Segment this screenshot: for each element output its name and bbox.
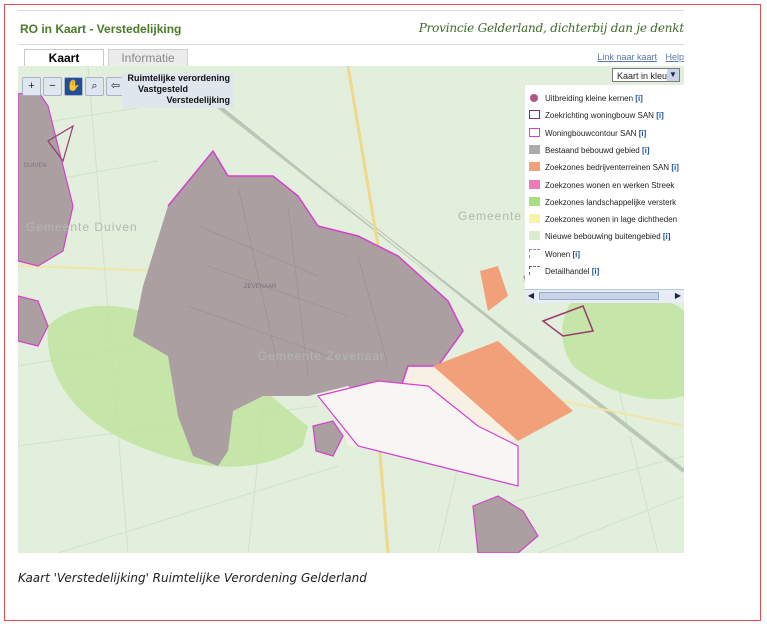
legend-info-link[interactable]: [i] — [572, 250, 580, 259]
map-legend[interactable]: Detailhandel [i] Wonen [i] Nieuwe bebouwin… — [525, 85, 684, 303]
legend-item: Zoekzones wonen en werken Streek — [529, 179, 675, 194]
app-title: RO in Kaart - Verstedelijking — [20, 22, 182, 36]
legend-label: Zoekzones wonen in lage dichtheden — [545, 215, 678, 225]
legend-item: Zoekzones bedrijventerreinen SAN [i] — [529, 162, 679, 176]
zoom-in-icon[interactable]: + — [22, 77, 41, 96]
active-layer-info: Ruimtelijke verordening Vastgesteld Vers… — [122, 73, 234, 108]
zoom-out-icon[interactable]: − — [43, 77, 62, 96]
legend-label: Zoekzones landschappelijke versterk — [545, 197, 677, 207]
scroll-left-icon[interactable]: ◀ — [526, 291, 536, 301]
header-divider — [18, 44, 684, 45]
province-tagline: Provincie Gelderland, dichterbij dan je … — [418, 21, 684, 35]
legend-label: Zoekzones wonen en werken Streek — [545, 180, 675, 190]
legend-info-link[interactable]: [i] — [642, 146, 650, 155]
legend-info-link[interactable]: [i] — [671, 163, 679, 172]
legend-swatch-icon — [529, 248, 540, 258]
map-application: RO in Kaart - Verstedelijking Provincie … — [18, 10, 684, 553]
legend-info-link[interactable]: [i] — [663, 232, 671, 241]
map-toolbar: + − ✋ ⌕ ⇦ — [22, 77, 125, 99]
header-links: Link naar kaart Help — [591, 52, 684, 62]
legend-label: Detailhandel — [545, 267, 590, 276]
map-label-gemeente-right: Gemeente — [458, 209, 523, 223]
figure-caption: Kaart 'Verstedelijking' Ruimtelijke Vero… — [18, 571, 367, 585]
legend-item: Woningbouwcontour SAN [i] — [529, 127, 647, 142]
legend-info-link[interactable]: [i] — [639, 129, 647, 138]
legend-label: Woningbouwcontour SAN — [545, 128, 637, 138]
legend-label: Nieuwe bebouwing buitengebied — [545, 232, 661, 242]
link-to-map[interactable]: Link naar kaart — [597, 52, 657, 62]
map-label-duiven-1: Gemeente Duiven — [26, 220, 138, 234]
zoom-extent-icon[interactable]: ⌕ — [85, 77, 104, 96]
scroll-right-icon[interactable]: ▶ — [673, 291, 683, 301]
help-link[interactable]: Help — [665, 52, 684, 62]
tab-kaart[interactable]: Kaart — [24, 49, 104, 66]
legend-item: Nieuwe bebouwing buitengebied [i] — [529, 231, 670, 245]
legend-swatch-icon — [529, 214, 540, 224]
scroll-thumb[interactable] — [539, 292, 659, 300]
map-label-duiven-town: DUIVEN — [24, 163, 47, 169]
legend-label: Wonen — [545, 249, 571, 259]
legend-swatch-icon — [530, 94, 538, 102]
legend-item: Wonen [i] — [529, 248, 580, 263]
layer-status: Vastgesteld — [138, 84, 189, 94]
legend-swatch-icon — [529, 162, 540, 172]
legend-swatch-icon — [529, 110, 540, 120]
legend-swatch-icon — [529, 231, 540, 241]
base-map-select[interactable]: Kaart in kleur ▼ — [612, 68, 680, 82]
legend-label: Uitbreiding kleine kernen — [545, 94, 634, 103]
map-label-town: ZEVENAAR — [244, 284, 277, 290]
chevron-down-icon: ▼ — [667, 69, 679, 81]
legend-swatch-icon — [529, 127, 540, 137]
legend-item: Zoekzones wonen in lage dichtheden — [529, 214, 677, 228]
legend-label: Zoekzones bedrijventerreinen SAN — [545, 163, 670, 173]
legend-item: Uitbreiding kleine kernen [i] — [529, 93, 643, 107]
legend-label: Zoekrichting woningbouw SAN — [545, 111, 654, 121]
map-viewport[interactable]: Gemeente Duiven Gemeente Zevenaar Gemeen… — [18, 66, 684, 553]
legend-swatch-icon — [529, 266, 540, 275]
legend-info-link[interactable]: [i] — [635, 94, 643, 103]
layer-name: Ruimtelijke verordening — [127, 73, 230, 83]
legend-scrollbar[interactable]: ◀ ▶ — [525, 289, 684, 303]
top-divider — [18, 10, 684, 11]
legend-swatch-icon — [529, 196, 540, 206]
legend-label: Bestaand bebouwd gebied — [545, 145, 640, 155]
legend-info-link[interactable]: [i] — [592, 267, 600, 276]
layer-theme: Verstedelijking — [166, 95, 230, 105]
legend-item: Detailhandel [i] — [529, 266, 599, 280]
legend-swatch-icon — [529, 144, 540, 154]
tab-informatie[interactable]: Informatie — [108, 49, 188, 66]
legend-item: Bestaand bebouwd gebied [i] — [529, 144, 650, 159]
legend-item: Zoekzones landschappelijke versterk — [529, 196, 677, 211]
legend-item: Zoekrichting woningbouw SAN [i] — [529, 110, 664, 124]
base-map-select-value: Kaart in kleur — [617, 71, 671, 81]
map-label-zevenaar: Gemeente Zevenaar — [258, 349, 386, 363]
legend-swatch-icon — [529, 179, 540, 189]
legend-info-link[interactable]: [i] — [656, 111, 664, 120]
pan-hand-icon[interactable]: ✋ — [64, 77, 83, 96]
